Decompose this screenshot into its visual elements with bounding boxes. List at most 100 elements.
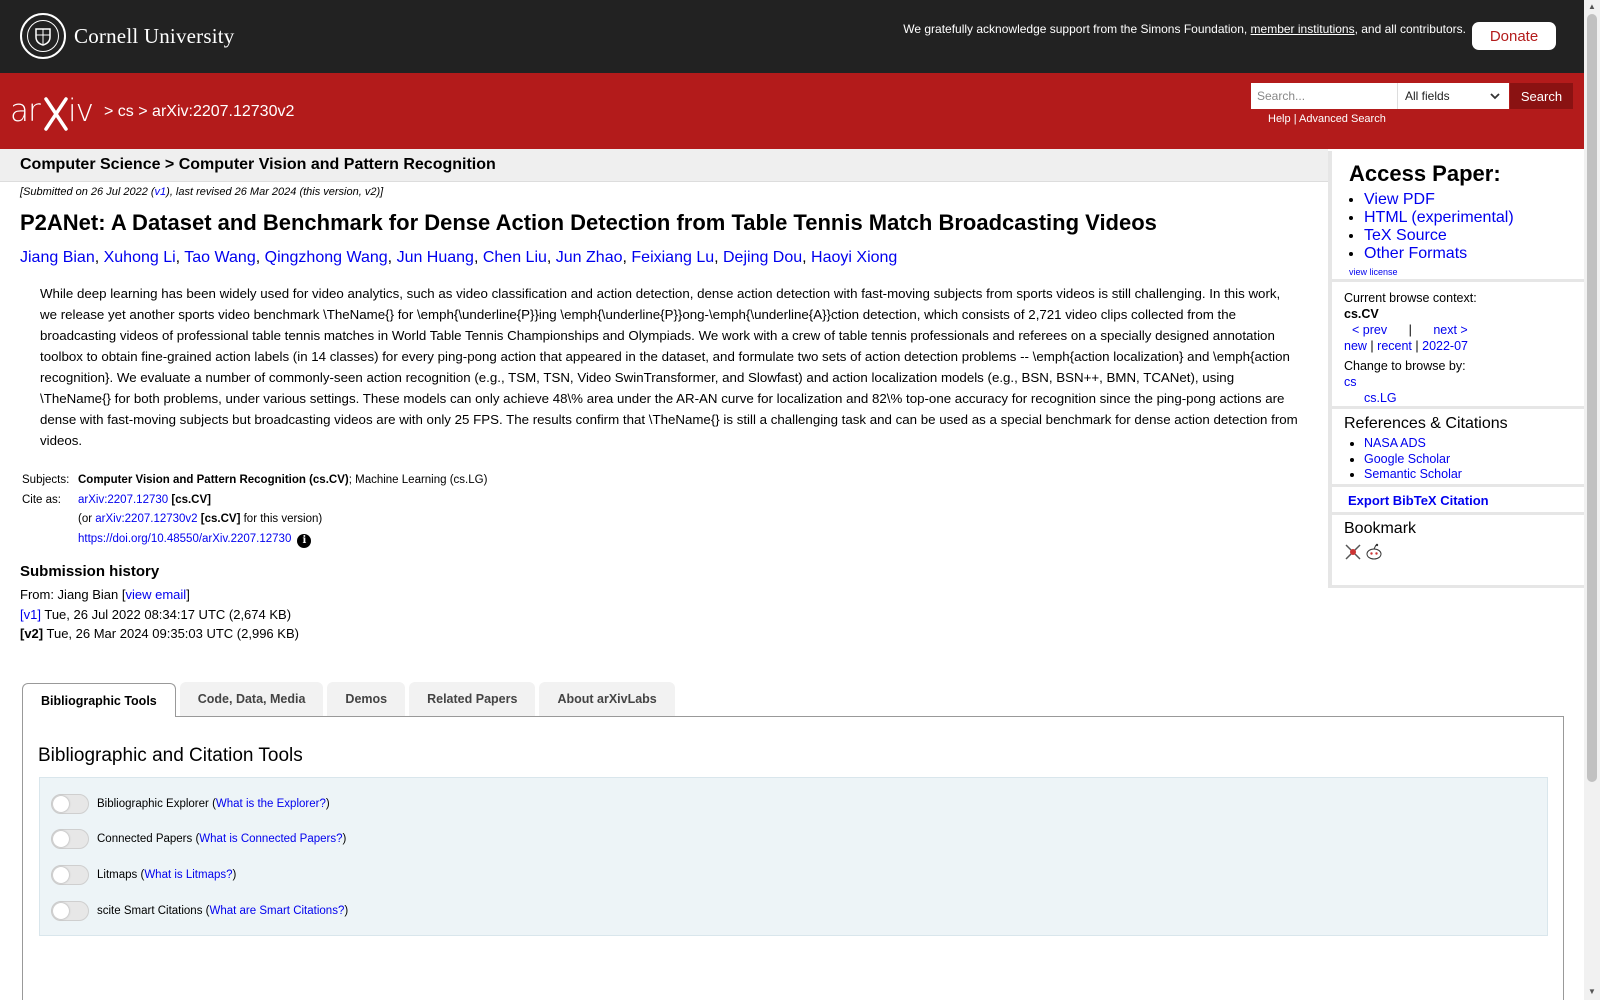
context-label: Current browse context: (1344, 291, 1477, 305)
browse-cs-link[interactable]: cs (1344, 375, 1357, 389)
tool-label: Bibliographic Explorer (97, 798, 209, 810)
cite-v2-link[interactable]: arXiv:2207.12730v2 (95, 513, 197, 525)
version-v1-date: Tue, 26 Jul 2022 08:34:17 UTC (2,674 KB) (44, 606, 292, 622)
cite-version-value: (or arXiv:2207.12730v2 [cs.CV] for this … (78, 510, 322, 530)
google-scholar-link[interactable]: Google Scholar (1364, 452, 1450, 466)
dateline-v1-link[interactable]: v1 (155, 186, 167, 198)
author-link[interactable]: Jiang Bian (20, 249, 95, 266)
other-formats-link[interactable]: Other Formats (1364, 245, 1467, 262)
page-scrollbar[interactable]: ▲ ▼ (1584, 0, 1600, 1000)
paper-title: P2ANet: A Dataset and Benchmark for Dens… (20, 210, 1157, 235)
author-link[interactable]: Qingzhong Wang (265, 249, 388, 266)
browse-cslg-link[interactable]: cs.LG (1364, 391, 1397, 405)
view-license-link[interactable]: view license (1349, 267, 1398, 277)
next-link[interactable]: next > (1433, 323, 1467, 337)
bookmark-icons (1344, 543, 1584, 561)
view-pdf-link[interactable]: View PDF (1364, 191, 1435, 208)
bibsonomy-icon[interactable] (1344, 543, 1362, 561)
advanced-search-link[interactable]: Advanced Search (1299, 113, 1386, 125)
panel-title: Bibliographic and Citation Tools (38, 745, 303, 766)
nasa-ads-link[interactable]: NASA ADS (1364, 436, 1426, 450)
reddit-icon[interactable] (1365, 543, 1383, 561)
author-link[interactable]: Haoyi Xiong (811, 249, 897, 266)
html-link[interactable]: HTML (experimental) (1364, 209, 1514, 226)
access-paper-box: Access Paper: View PDF HTML (experimenta… (1332, 151, 1584, 279)
tab-demos[interactable]: Demos (327, 682, 406, 716)
author-link[interactable]: Tao Wang (184, 249, 255, 266)
month-link[interactable]: 2022-07 (1422, 339, 1468, 353)
cite-version-row: (or arXiv:2207.12730v2 [cs.CV] for this … (20, 510, 1320, 530)
author-link[interactable]: Jun Zhao (556, 249, 623, 266)
link-separator: | (1293, 113, 1297, 125)
tab-related-papers[interactable]: Related Papers (409, 682, 536, 716)
arxiv-header: ar iv > cs > arXiv:2207.12730v2 Search..… (0, 73, 1584, 149)
author-link[interactable]: Jun Huang (397, 249, 474, 266)
tool-help-link[interactable]: What is Litmaps? (144, 869, 232, 881)
search-input[interactable]: Search... (1251, 83, 1397, 109)
version-v2-date: Tue, 26 Mar 2024 09:35:03 UTC (2,996 KB) (46, 626, 299, 641)
cite-id-link[interactable]: arXiv:2207.12730 (78, 494, 168, 506)
tool-label: scite Smart Citations (97, 905, 203, 917)
tool-help-link[interactable]: What is Connected Papers? (199, 833, 342, 845)
member-institutions-link[interactable]: member institutions (1251, 22, 1355, 36)
help-link[interactable]: Help (1268, 113, 1291, 125)
explorer-toggle[interactable] (51, 794, 89, 814)
scroll-up-icon[interactable]: ▲ (1587, 2, 1597, 12)
tab-code-data-media[interactable]: Code, Data, Media (179, 682, 324, 716)
search-button[interactable]: Search (1510, 83, 1573, 109)
author-link[interactable]: Chen Liu (483, 249, 547, 266)
scrollbar-thumb[interactable] (1587, 14, 1597, 782)
tool-help-link[interactable]: What are Smart Citations? (209, 905, 344, 917)
prev-link[interactable]: < prev (1352, 323, 1387, 337)
semantic-scholar-link[interactable]: Semantic Scholar (1364, 467, 1462, 481)
doi-link[interactable]: https://doi.org/10.48550/arXiv.2207.1273… (78, 533, 291, 545)
cite-or: (or (78, 513, 93, 525)
access-paper-title: Access Paper: (1349, 161, 1501, 186)
version-row: [v1] Tue, 26 Jul 2022 08:34:17 UTC (2,67… (20, 605, 1320, 625)
view-email-link[interactable]: view email (126, 587, 187, 602)
connected-papers-toggle[interactable] (51, 829, 89, 849)
labs-tabs: Bibliographic Tools Code, Data, Media De… (22, 682, 679, 717)
recent-link[interactable]: recent (1377, 339, 1412, 353)
breadcrumb-paper-id: arXiv:2207.12730v2 (152, 103, 295, 120)
breadcrumb-cs[interactable]: cs (118, 103, 134, 120)
tool-label: Connected Papers (97, 833, 193, 845)
cite-v2-category: [cs.CV] (200, 513, 241, 525)
author-link[interactable]: Xuhong Li (104, 249, 176, 266)
submitter-name: From: Jiang Bian [ (20, 587, 126, 602)
access-links: View PDF HTML (experimental) TeX Source … (1364, 191, 1514, 263)
arxiv-logo[interactable]: ar iv (10, 91, 100, 133)
scroll-down-icon[interactable]: ▼ (1587, 987, 1597, 997)
tex-source-link[interactable]: TeX Source (1364, 227, 1447, 244)
export-bibtex-link[interactable]: Export BibTeX Citation (1348, 493, 1489, 508)
litmaps-toggle[interactable] (51, 865, 89, 885)
tool-help-link[interactable]: What is the Explorer? (216, 798, 326, 810)
prev-next-row: < prev | next > (1344, 322, 1584, 338)
donate-button[interactable]: Donate (1472, 22, 1556, 50)
tab-about-arxivlabs[interactable]: About arXivLabs (539, 682, 675, 716)
cornell-logo[interactable]: Cornell University (20, 13, 235, 59)
author-link[interactable]: Dejing Dou (723, 249, 802, 266)
arxiv-logo-icon: ar iv (10, 93, 94, 131)
submitter-suffix: ] (186, 587, 190, 602)
category-header: Computer Science > Computer Vision and P… (0, 149, 1328, 182)
references-title: References & Citations (1344, 415, 1508, 432)
dateline-prefix: [Submitted on 26 Jul 2022 ( (20, 186, 155, 198)
new-link[interactable]: new (1344, 339, 1367, 353)
list-links-row: new | recent | 2022-07 (1344, 338, 1584, 354)
author-link[interactable]: Feixiang Lu (631, 249, 714, 266)
cornell-seal-icon (20, 13, 66, 59)
secondary-subject: ; Machine Learning (cs.LG) (348, 474, 488, 486)
scite-toggle[interactable] (51, 901, 89, 921)
tab-bibliographic-tools[interactable]: Bibliographic Tools (22, 683, 176, 717)
references-box: References & Citations NASA ADS Google S… (1332, 409, 1584, 484)
cite-category: [cs.CV] (171, 493, 211, 506)
info-icon[interactable]: i (297, 533, 312, 548)
tab-panel: Bibliographic and Citation Tools Bibliog… (22, 716, 1564, 1000)
support-text: We gratefully acknowledge support from t… (903, 22, 1466, 37)
version-v1-link[interactable]: [v1] (20, 607, 41, 622)
submission-history: From: Jiang Bian [view email] [v1] Tue, … (20, 585, 1320, 644)
search-field-select[interactable]: All fields (1397, 83, 1509, 109)
support-message: We gratefully acknowledge support from t… (903, 22, 1248, 36)
subjects-value: Computer Vision and Pattern Recognition … (78, 471, 487, 491)
